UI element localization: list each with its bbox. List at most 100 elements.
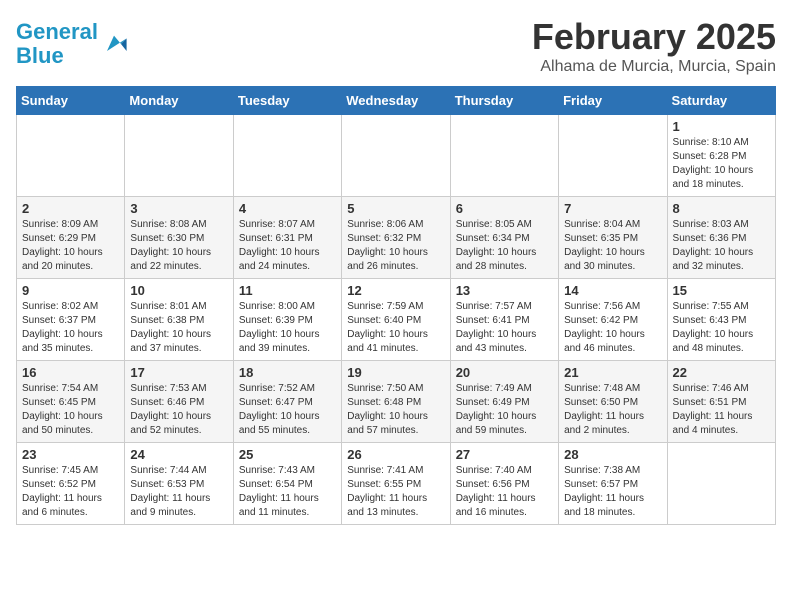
day-cell: 14 Sunrise: 7:56 AM Sunset: 6:42 PM Dayli… [559, 279, 667, 361]
day-number: 17 [130, 365, 227, 380]
day-number: 27 [456, 447, 553, 462]
day-number: 28 [564, 447, 661, 462]
day-info: Sunrise: 8:04 AM Sunset: 6:35 PM Dayligh… [564, 218, 661, 274]
day-cell: 18 Sunrise: 7:52 AM Sunset: 6:47 PM Dayli… [233, 361, 341, 443]
day-info: Sunrise: 7:43 AM Sunset: 6:54 PM Dayligh… [239, 464, 336, 520]
day-number: 25 [239, 447, 336, 462]
day-info: Sunrise: 8:00 AM Sunset: 6:39 PM Dayligh… [239, 300, 336, 356]
day-info: Sunrise: 7:56 AM Sunset: 6:42 PM Dayligh… [564, 300, 661, 356]
location-title: Alhama de Murcia, Murcia, Spain [532, 58, 776, 76]
day-info: Sunrise: 7:38 AM Sunset: 6:57 PM Dayligh… [564, 464, 661, 520]
day-cell [233, 115, 341, 197]
day-cell: 26 Sunrise: 7:41 AM Sunset: 6:55 PM Dayli… [342, 443, 450, 525]
day-cell: 6 Sunrise: 8:05 AM Sunset: 6:34 PM Daylig… [450, 197, 558, 279]
weekday-header-row: SundayMondayTuesdayWednesdayThursdayFrid… [17, 87, 776, 115]
day-cell: 5 Sunrise: 8:06 AM Sunset: 6:32 PM Daylig… [342, 197, 450, 279]
day-info: Sunrise: 8:10 AM Sunset: 6:28 PM Dayligh… [673, 136, 770, 192]
day-cell: 23 Sunrise: 7:45 AM Sunset: 6:52 PM Dayli… [17, 443, 125, 525]
weekday-header-tuesday: Tuesday [233, 87, 341, 115]
day-number: 4 [239, 201, 336, 216]
day-cell: 7 Sunrise: 8:04 AM Sunset: 6:35 PM Daylig… [559, 197, 667, 279]
weekday-header-wednesday: Wednesday [342, 87, 450, 115]
weekday-header-friday: Friday [559, 87, 667, 115]
day-cell: 10 Sunrise: 8:01 AM Sunset: 6:38 PM Dayli… [125, 279, 233, 361]
day-info: Sunrise: 7:49 AM Sunset: 6:49 PM Dayligh… [456, 382, 553, 438]
day-cell: 9 Sunrise: 8:02 AM Sunset: 6:37 PM Daylig… [17, 279, 125, 361]
day-info: Sunrise: 7:53 AM Sunset: 6:46 PM Dayligh… [130, 382, 227, 438]
day-number: 21 [564, 365, 661, 380]
day-number: 11 [239, 283, 336, 298]
day-number: 8 [673, 201, 770, 216]
day-number: 2 [22, 201, 119, 216]
day-info: Sunrise: 7:55 AM Sunset: 6:43 PM Dayligh… [673, 300, 770, 356]
day-info: Sunrise: 7:50 AM Sunset: 6:48 PM Dayligh… [347, 382, 444, 438]
calendar-table: SundayMondayTuesdayWednesdayThursdayFrid… [16, 86, 776, 525]
day-cell: 8 Sunrise: 8:03 AM Sunset: 6:36 PM Daylig… [667, 197, 775, 279]
day-info: Sunrise: 7:48 AM Sunset: 6:50 PM Dayligh… [564, 382, 661, 438]
day-cell [667, 443, 775, 525]
logo: GeneralBlue [16, 20, 128, 68]
day-number: 18 [239, 365, 336, 380]
day-cell [450, 115, 558, 197]
day-number: 1 [673, 119, 770, 134]
day-info: Sunrise: 8:09 AM Sunset: 6:29 PM Dayligh… [22, 218, 119, 274]
weekday-header-sunday: Sunday [17, 87, 125, 115]
weekday-header-saturday: Saturday [667, 87, 775, 115]
day-number: 14 [564, 283, 661, 298]
day-info: Sunrise: 8:08 AM Sunset: 6:30 PM Dayligh… [130, 218, 227, 274]
day-number: 12 [347, 283, 444, 298]
day-info: Sunrise: 8:07 AM Sunset: 6:31 PM Dayligh… [239, 218, 336, 274]
day-cell: 22 Sunrise: 7:46 AM Sunset: 6:51 PM Dayli… [667, 361, 775, 443]
day-info: Sunrise: 8:02 AM Sunset: 6:37 PM Dayligh… [22, 300, 119, 356]
day-number: 13 [456, 283, 553, 298]
day-number: 22 [673, 365, 770, 380]
day-number: 6 [456, 201, 553, 216]
day-number: 9 [22, 283, 119, 298]
day-cell: 28 Sunrise: 7:38 AM Sunset: 6:57 PM Dayli… [559, 443, 667, 525]
day-number: 26 [347, 447, 444, 462]
day-cell: 12 Sunrise: 7:59 AM Sunset: 6:40 PM Dayli… [342, 279, 450, 361]
day-cell: 3 Sunrise: 8:08 AM Sunset: 6:30 PM Daylig… [125, 197, 233, 279]
day-cell: 21 Sunrise: 7:48 AM Sunset: 6:50 PM Dayli… [559, 361, 667, 443]
logo-blue: Blue [16, 43, 64, 68]
day-info: Sunrise: 8:03 AM Sunset: 6:36 PM Dayligh… [673, 218, 770, 274]
day-cell: 25 Sunrise: 7:43 AM Sunset: 6:54 PM Dayli… [233, 443, 341, 525]
day-number: 15 [673, 283, 770, 298]
day-cell: 19 Sunrise: 7:50 AM Sunset: 6:48 PM Dayli… [342, 361, 450, 443]
day-number: 3 [130, 201, 227, 216]
day-info: Sunrise: 7:45 AM Sunset: 6:52 PM Dayligh… [22, 464, 119, 520]
day-info: Sunrise: 8:05 AM Sunset: 6:34 PM Dayligh… [456, 218, 553, 274]
day-info: Sunrise: 7:57 AM Sunset: 6:41 PM Dayligh… [456, 300, 553, 356]
day-info: Sunrise: 8:01 AM Sunset: 6:38 PM Dayligh… [130, 300, 227, 356]
day-number: 24 [130, 447, 227, 462]
logo-text: GeneralBlue [16, 20, 98, 68]
day-cell [559, 115, 667, 197]
day-cell [17, 115, 125, 197]
month-title: February 2025 [532, 16, 776, 58]
day-number: 10 [130, 283, 227, 298]
weekday-header-thursday: Thursday [450, 87, 558, 115]
weekday-header-monday: Monday [125, 87, 233, 115]
day-cell: 15 Sunrise: 7:55 AM Sunset: 6:43 PM Dayli… [667, 279, 775, 361]
day-info: Sunrise: 7:41 AM Sunset: 6:55 PM Dayligh… [347, 464, 444, 520]
logo-general: General [16, 19, 98, 44]
day-cell [125, 115, 233, 197]
day-number: 5 [347, 201, 444, 216]
day-info: Sunrise: 7:52 AM Sunset: 6:47 PM Dayligh… [239, 382, 336, 438]
day-cell: 16Sunrise: 7:54 AM Sunset: 6:45 PM Dayli… [17, 361, 125, 443]
day-cell: 11 Sunrise: 8:00 AM Sunset: 6:39 PM Dayli… [233, 279, 341, 361]
day-info: Sunrise: 7:46 AM Sunset: 6:51 PM Dayligh… [673, 382, 770, 438]
day-number: 19 [347, 365, 444, 380]
day-cell: 27Sunrise: 7:40 AM Sunset: 6:56 PM Dayli… [450, 443, 558, 525]
day-info: Sunrise: 7:59 AM Sunset: 6:40 PM Dayligh… [347, 300, 444, 356]
day-number: 23 [22, 447, 119, 462]
day-cell: 24Sunrise: 7:44 AM Sunset: 6:53 PM Dayli… [125, 443, 233, 525]
day-cell: 17 Sunrise: 7:53 AM Sunset: 6:46 PM Dayli… [125, 361, 233, 443]
day-number: 7 [564, 201, 661, 216]
day-cell [342, 115, 450, 197]
week-row-2: 2 Sunrise: 8:09 AM Sunset: 6:29 PM Daylig… [17, 197, 776, 279]
day-cell: 2 Sunrise: 8:09 AM Sunset: 6:29 PM Daylig… [17, 197, 125, 279]
day-cell: 4 Sunrise: 8:07 AM Sunset: 6:31 PM Daylig… [233, 197, 341, 279]
day-info: Sunrise: 8:06 AM Sunset: 6:32 PM Dayligh… [347, 218, 444, 274]
header: GeneralBlue February 2025 Alhama de Murc… [16, 16, 776, 76]
